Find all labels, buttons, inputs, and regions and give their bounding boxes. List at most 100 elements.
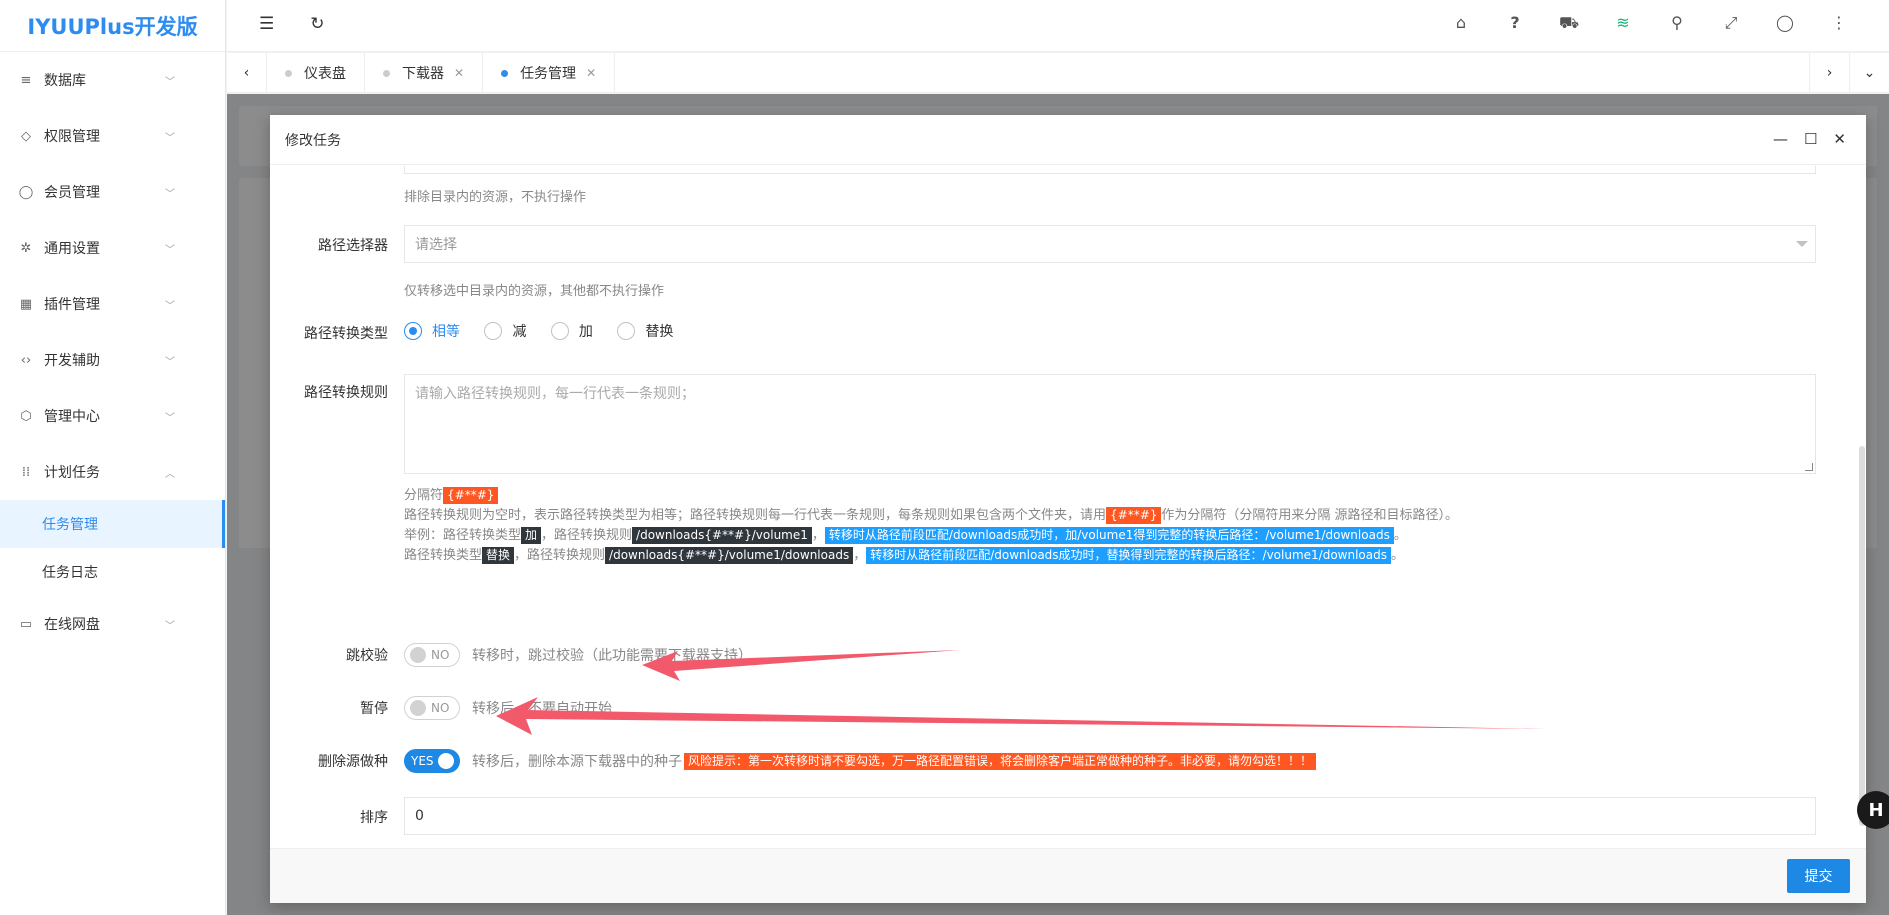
radio-replace[interactable]: 替换 (617, 321, 673, 341)
help-text: ，路径转换规则 (541, 528, 633, 543)
path-rules-placeholder: 请输入路径转换规则，每一行代表一条规则； (415, 386, 695, 402)
tabs-next-icon[interactable]: › (1809, 53, 1849, 93)
switch-knob (410, 700, 426, 716)
cart-icon[interactable]: ⛟ (1559, 13, 1579, 34)
chevron-up-icon: ︿ (165, 468, 175, 480)
path-rules-textarea[interactable]: 请输入路径转换规则，每一行代表一条规则； (404, 374, 1816, 474)
chevron-down-icon: ﹀ (165, 244, 175, 256)
exclude-input[interactable] (404, 166, 1816, 174)
type-tag: 替换 (482, 547, 515, 564)
sidebar-item-members[interactable]: ◯ 会员管理 ﹀ (0, 164, 225, 220)
risk-warning-tag: 风险提示：第一次转移时请不要勾选，万一路径配置错误，将会删除客户端正常做种的种子… (684, 752, 1317, 770)
switch-knob (410, 647, 426, 663)
wifi-icon[interactable]: ≋ (1613, 13, 1633, 34)
modal-header: 修改任务 — ☐ ✕ (270, 115, 1866, 165)
radio-add[interactable]: 加 (550, 321, 593, 341)
switch-state: NO (431, 701, 450, 715)
user-icon[interactable]: ◯ (1775, 13, 1795, 34)
radio-circle (617, 322, 636, 340)
layers-icon: ≡ (20, 72, 32, 88)
tab-downloader[interactable]: 下载器 ✕ (365, 53, 484, 93)
pause-desc: 转移后，不要自动开始 (472, 701, 612, 717)
sidebar-item-dev[interactable]: ‹› 开发辅助 ﹀ (0, 332, 225, 388)
chevron-down-icon: ﹀ (165, 356, 175, 368)
help-text: ， (853, 548, 867, 563)
app-logo[interactable]: IYUUPlus开发版 (0, 0, 225, 52)
resize-grip-icon[interactable] (1805, 463, 1813, 471)
help-icon[interactable]: ? (1505, 13, 1525, 34)
help-text: 举例：路径转换类型 (404, 528, 522, 543)
radio-subtract[interactable]: 减 (484, 321, 526, 341)
gear-icon: ✲ (20, 240, 32, 256)
help-text: 分隔符 (404, 488, 444, 503)
sidebar-subitem-task-log[interactable]: 任务日志 (0, 548, 225, 596)
search-icon[interactable]: ⚲ (1667, 13, 1687, 34)
radio-circle (404, 322, 422, 340)
radio-equal[interactable]: 相等 (404, 321, 460, 341)
sidebar-item-plugins[interactable]: ▦ 插件管理 ﹀ (0, 276, 225, 332)
sidebar-item-database[interactable]: ≡ 数据库 ﹀ (0, 52, 225, 108)
sidebar-item-cloud[interactable]: ▭ 在线网盘 ﹀ (0, 596, 225, 652)
edit-task-modal: 修改任务 — ☐ ✕ 排除目录内的资源，不执行操作 路径选择器 请选择 仅转移选… (270, 115, 1866, 903)
minimize-icon[interactable]: — (1773, 130, 1788, 148)
tab-dot (285, 69, 292, 77)
skip-check-switch[interactable]: NO (404, 643, 460, 667)
sidebar-item-label: 通用设置 (44, 241, 100, 257)
maximize-icon[interactable]: ☐ (1804, 130, 1817, 148)
delete-source-label: 删除源做种 (318, 754, 388, 770)
plugin-icon: ▦ (19, 296, 33, 312)
submit-button[interactable]: 提交 (1787, 859, 1850, 893)
help-text: 。 (1393, 528, 1407, 543)
chevron-down-icon: ﹀ (165, 188, 175, 200)
close-icon[interactable]: ✕ (586, 66, 596, 80)
sidebar-item-settings[interactable]: ✲ 通用设置 ﹀ (0, 220, 225, 276)
floating-h-icon[interactable]: H (1857, 791, 1889, 829)
fullscreen-icon[interactable]: ⤢ (1721, 13, 1741, 34)
separator-tag: {#**#} (443, 487, 499, 504)
radio-circle (550, 322, 569, 340)
desc-tag: 转移时从路径前段匹配/downloads成功时，加/volume1得到完整的转换… (824, 527, 1394, 544)
help-text: 路径转换规则为空时，表示路径转换类型为相等；路径转换规则每一行代表一条规则，每条… (404, 508, 1107, 523)
tab-task-manage[interactable]: 任务管理 ✕ (483, 53, 616, 93)
delete-source-switch[interactable]: YES (404, 749, 460, 773)
modal-title: 修改任务 (285, 132, 341, 149)
chevron-down-icon: ﹀ (165, 132, 175, 144)
sidebar-item-label: 会员管理 (44, 185, 100, 201)
rule-tag: /downloads{#**#}/volume1 (632, 527, 812, 544)
cube-icon: ⬡ (20, 408, 32, 424)
refresh-icon[interactable]: ↻ (310, 14, 324, 34)
help-text: ，路径转换规则 (514, 548, 606, 563)
sidebar-item-label: 插件管理 (44, 297, 100, 313)
sort-input[interactable]: 0 (404, 797, 1816, 835)
scrollbar-thumb[interactable] (1859, 446, 1865, 826)
chevron-down-icon: ﹀ (165, 620, 175, 632)
sidebar-item-admin[interactable]: ⬡ 管理中心 ﹀ (0, 388, 225, 444)
path-type-label: 路径转换类型 (304, 326, 388, 342)
close-icon[interactable]: ✕ (454, 66, 464, 80)
tab-label: 仪表盘 (304, 66, 346, 82)
code-icon: ‹› (20, 352, 32, 368)
more-icon[interactable]: ⋮ (1829, 13, 1849, 34)
path-selector[interactable]: 请选择 (404, 225, 1816, 263)
sidebar-item-label: 在线网盘 (44, 617, 100, 633)
close-icon[interactable]: ✕ (1833, 130, 1846, 148)
sidebar-subitem-task-manage[interactable]: 任务管理 (0, 500, 225, 548)
tabs-dropdown-icon[interactable]: ⌄ (1849, 53, 1889, 93)
pause-switch[interactable]: NO (404, 696, 460, 720)
tab-label: 下载器 (402, 66, 444, 82)
switch-state: NO (431, 648, 450, 662)
separator-tag: {#**#} (1106, 507, 1162, 524)
home-icon[interactable]: ⌂ (1451, 13, 1471, 34)
modal-scrollbar[interactable] (1858, 166, 1866, 846)
sidebar-item-permission[interactable]: ◇ 权限管理 ﹀ (0, 108, 225, 164)
tabs-prev-icon[interactable]: ‹ (227, 53, 267, 93)
help-text: 。 (1391, 548, 1405, 563)
path-rules-help: 分隔符 {#**#} 路径转换规则为空时，表示路径转换类型为相等；路径转换规则每一… (404, 486, 1816, 566)
sidebar-item-label: 开发辅助 (44, 353, 100, 369)
tabs-bar: ‹ 仪表盘 下载器 ✕ 任务管理 ✕ › ⌄ (227, 53, 1889, 93)
sidebar-item-scheduled[interactable]: ⁞⁞ 计划任务 ︿ (0, 444, 225, 500)
menu-toggle-icon[interactable]: ☰ (259, 14, 274, 34)
tab-dashboard[interactable]: 仪表盘 (267, 53, 365, 93)
sort-value: 0 (404, 797, 1816, 835)
top-bar: ☰ ↻ ⌂ ? ⛟ ≋ ⚲ ⤢ ◯ ⋮ (227, 0, 1889, 52)
